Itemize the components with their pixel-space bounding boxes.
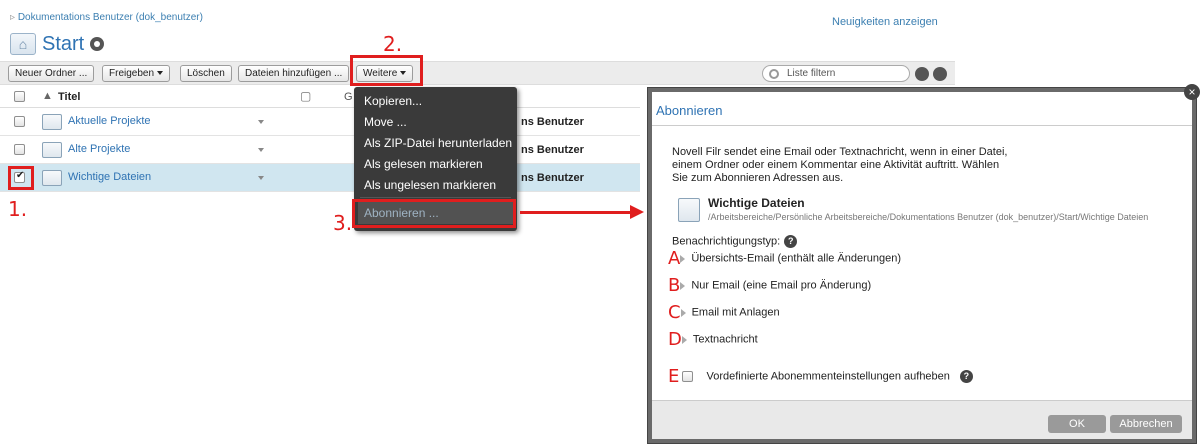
row-checkbox[interactable] (14, 144, 25, 155)
row-author: ns Benutzer (521, 116, 584, 128)
row-author: ns Benutzer (521, 144, 584, 156)
dialog-footer: OK Abbrechen (652, 400, 1192, 439)
share-button[interactable]: Freigeben (102, 65, 171, 82)
expand-arrow-icon[interactable] (680, 281, 686, 290)
folder-icon (42, 170, 62, 186)
dialog-description-line: einem Ordner oder einem Kommentar eine A… (672, 159, 1000, 171)
annotation-step2: 2. (383, 32, 403, 56)
expand-arrow-icon[interactable] (680, 308, 686, 317)
select-all-checkbox[interactable] (14, 91, 25, 102)
home-icon: ⌂ (10, 33, 36, 55)
row-menu-caret-icon[interactable] (258, 148, 264, 152)
row-title[interactable]: Aktuelle Projekte (68, 115, 151, 127)
notification-type-label: Benachrichtigungstyp:? (672, 235, 798, 248)
help-icon[interactable]: ? (959, 370, 973, 383)
table-header: ▲ Titel ▢ G (0, 86, 640, 108)
row-title[interactable]: Alte Projekte (68, 143, 130, 155)
annotation-step3: 3. (333, 211, 353, 235)
arrow-right-icon (630, 205, 644, 219)
annotation-arrow-line (520, 211, 632, 214)
table-row[interactable]: ✔ Wichtige Dateien ns Benutzer (0, 164, 640, 192)
news-link[interactable]: Neuigkeiten anzeigen (832, 16, 938, 28)
menu-divider (360, 197, 511, 198)
option-email-only[interactable]: B Nur Email (eine Email pro Änderung) (668, 275, 871, 296)
dialog-folder-path: /Arbeitsbereiche/Persönliche Arbeitsbere… (708, 212, 1149, 222)
title-column-header[interactable]: Titel (58, 91, 80, 103)
table-row[interactable]: Alte Projekte ns Benutzer (0, 136, 640, 164)
settings-icon[interactable] (933, 67, 947, 81)
menu-item-mark-unread[interactable]: Als ungelesen markieren (364, 178, 496, 192)
menu-item-copy[interactable]: Kopieren... (364, 94, 422, 108)
row-menu-caret-icon[interactable] (258, 120, 264, 124)
annotation-step1: 1. (8, 197, 28, 221)
breadcrumb-arrow-icon: ▹ (10, 12, 18, 23)
row-menu-caret-icon[interactable] (258, 176, 264, 180)
annotation-letter-d: D (668, 329, 682, 350)
table-row[interactable]: Aktuelle Projekte ns Benutzer (0, 108, 640, 136)
option-email-attachments[interactable]: C Email mit Anlagen (668, 302, 780, 323)
option-summary-email[interactable]: A Übersichts-Email (enthält alle Änderung… (668, 248, 901, 269)
row-title[interactable]: Wichtige Dateien (68, 171, 151, 183)
sort-icon[interactable]: ▲ (42, 90, 53, 102)
new-folder-button[interactable]: Neuer Ordner ... (8, 65, 95, 82)
annotation-box-subscribe (352, 199, 516, 228)
override-checkbox[interactable] (682, 371, 694, 382)
override-setting: E Vordefinierte Abonemmenteinstellungen … (668, 366, 973, 387)
menu-item-move[interactable]: Move ... (364, 115, 407, 129)
subscribe-dialog: Abonnieren Novell Filr sendet eine Email… (648, 88, 1196, 443)
chevron-down-icon (157, 71, 164, 76)
filter-dropdown-icon[interactable] (915, 67, 929, 81)
annotation-letter-c: C (668, 302, 681, 323)
gear-icon[interactable] (90, 37, 105, 51)
delete-button[interactable]: Löschen (180, 65, 232, 82)
breadcrumb[interactable]: ▹ Dokumentations Benutzer (dok_benutzer) (10, 12, 203, 23)
folder-icon (42, 114, 62, 130)
g-column-header[interactable]: G (344, 91, 353, 103)
add-files-button[interactable]: Dateien hinzufügen ... (238, 65, 350, 82)
annotation-box-more (350, 55, 423, 86)
folder-icon (42, 142, 62, 158)
expand-arrow-icon[interactable] (681, 335, 687, 344)
row-author: ns Benutzer (521, 172, 584, 184)
dialog-description-line: Novell Filr sendet eine Email oder Textn… (672, 146, 1008, 158)
expand-arrow-icon[interactable] (680, 254, 686, 263)
dialog-description-line: Sie zum Abonnieren Adressen aus. (672, 172, 844, 184)
annotation-letter-b: B (668, 275, 681, 296)
ok-button[interactable]: OK (1048, 415, 1106, 433)
dialog-title: Abonnieren (656, 103, 723, 118)
menu-item-zip-download[interactable]: Als ZIP-Datei herunterladen (364, 136, 512, 150)
menu-item-mark-read[interactable]: Als gelesen markieren (364, 157, 483, 171)
annotation-letter-a: A (668, 248, 681, 269)
row-checkbox[interactable] (14, 116, 25, 127)
dialog-header: Abonnieren (652, 92, 1192, 126)
dialog-folder-name: Wichtige Dateien (708, 196, 805, 210)
annotation-box-checkbox (8, 166, 34, 190)
filter-input[interactable]: Liste filtern (762, 65, 910, 82)
close-icon[interactable]: × (1184, 84, 1200, 100)
cancel-button[interactable]: Abbrechen (1110, 415, 1182, 433)
help-icon[interactable]: ? (784, 235, 798, 248)
annotation-letter-e: E (668, 366, 680, 387)
page-header: ⌂ Start (10, 32, 105, 56)
folder-icon (678, 198, 700, 222)
filter-icon (769, 69, 779, 79)
toolbar: Neuer Ordner ... Freigeben Löschen Datei… (0, 61, 955, 85)
option-text-message[interactable]: D Textnachricht (668, 329, 758, 350)
page-title: Start (42, 32, 85, 55)
comment-icon: ▢ (300, 89, 312, 103)
